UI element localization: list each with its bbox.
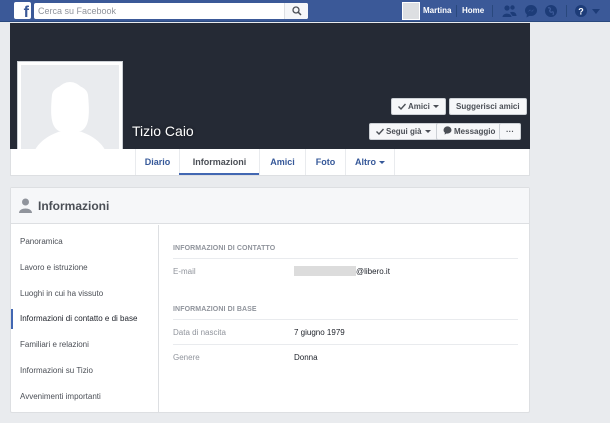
search-box: [34, 3, 308, 19]
tab-foto[interactable]: Foto: [305, 149, 345, 175]
about-panel: Informazioni Panoramica Lavoro e istruzi…: [10, 187, 530, 413]
facebook-logo-icon[interactable]: f: [14, 2, 31, 21]
message-button[interactable]: Messaggio: [436, 123, 503, 140]
tab-informazioni[interactable]: Informazioni: [179, 149, 259, 175]
row-divider: [173, 344, 518, 345]
nav-divider: [456, 5, 457, 17]
tab-altro[interactable]: Altro: [345, 149, 395, 175]
chevron-down-icon: [424, 130, 431, 133]
email-domain: @libero.it: [356, 267, 390, 276]
following-button[interactable]: Segui già: [369, 123, 438, 140]
friends-button[interactable]: Amici: [391, 98, 446, 115]
sidebar-item-lavoro-istruzione[interactable]: Lavoro e istruzione: [11, 258, 159, 278]
messenger-icon: [443, 126, 452, 135]
home-link[interactable]: Home: [462, 6, 484, 15]
sidebar-item-contatto-base[interactable]: Informazioni di contatto e di base: [11, 309, 159, 329]
following-button-label: Segui già: [386, 127, 422, 136]
messenger-icon[interactable]: [524, 4, 538, 18]
gender-label: Genere: [173, 353, 200, 362]
sidebar-item-panoramica[interactable]: Panoramica: [11, 232, 159, 252]
user-name-link[interactable]: Martina: [423, 6, 451, 15]
tab-amici[interactable]: Amici: [259, 149, 305, 175]
tab-diario[interactable]: Diario: [135, 149, 179, 175]
email-label: E-mail: [173, 267, 196, 276]
checkmark-icon: [376, 128, 384, 135]
contact-info-heading: Informazioni di contatto: [173, 245, 518, 259]
nav-divider: [492, 5, 493, 17]
suggest-friends-label: Suggerisci amici: [456, 102, 520, 111]
person-icon: [19, 198, 32, 213]
profile-name: Tizio Caio: [132, 123, 194, 139]
message-button-label: Messaggio: [454, 127, 496, 136]
friends-button-label: Amici: [408, 102, 430, 111]
svg-text:?: ?: [578, 7, 584, 17]
profile-tabs-bar: Diario Informazioni Amici Foto Altro: [10, 149, 530, 176]
more-options-icon: ···: [506, 127, 514, 136]
search-icon: [292, 6, 302, 16]
friend-requests-icon[interactable]: [502, 4, 517, 18]
sidebar-item-info-tizio[interactable]: Informazioni su Tizio: [11, 361, 159, 381]
help-icon[interactable]: ?: [574, 4, 588, 18]
about-panel-title: Informazioni: [38, 199, 110, 213]
top-navigation-bar: f Martina Home ?: [0, 0, 610, 22]
email-value[interactable]: @libero.it: [294, 266, 390, 276]
checkmark-icon: [398, 103, 406, 110]
account-menu-caret-icon[interactable]: [592, 9, 600, 14]
sidebar-item-familiari[interactable]: Familiari e relazioni: [11, 335, 159, 355]
suggest-friends-button[interactable]: Suggerisci amici: [449, 98, 527, 115]
search-button[interactable]: [284, 3, 308, 19]
about-sidebar-nav: Panoramica Lavoro e istruzione Luoghi in…: [11, 225, 159, 412]
more-options-button[interactable]: ···: [499, 123, 521, 140]
gender-value: Donna: [294, 353, 318, 362]
birth-date-value: 7 giugno 1979: [294, 328, 345, 337]
sidebar-item-luoghi[interactable]: Luoghi in cui ha vissuto: [11, 284, 159, 304]
nav-divider: [566, 5, 567, 17]
birth-date-label: Data di nascita: [173, 328, 226, 337]
sidebar-item-avvenimenti[interactable]: Avvenimenti importanti: [11, 387, 159, 407]
globe-notifications-icon[interactable]: [544, 4, 558, 18]
chevron-down-icon: [432, 105, 439, 108]
basic-info-heading: Informazioni di base: [173, 306, 518, 320]
active-tab-indicator: [179, 173, 259, 175]
about-panel-header: Informazioni: [11, 188, 529, 224]
search-input[interactable]: [34, 3, 284, 19]
chevron-down-icon: [379, 161, 385, 164]
user-avatar[interactable]: [402, 2, 420, 20]
tab-altro-label: Altro: [355, 157, 376, 167]
redacted-block: [294, 266, 356, 276]
